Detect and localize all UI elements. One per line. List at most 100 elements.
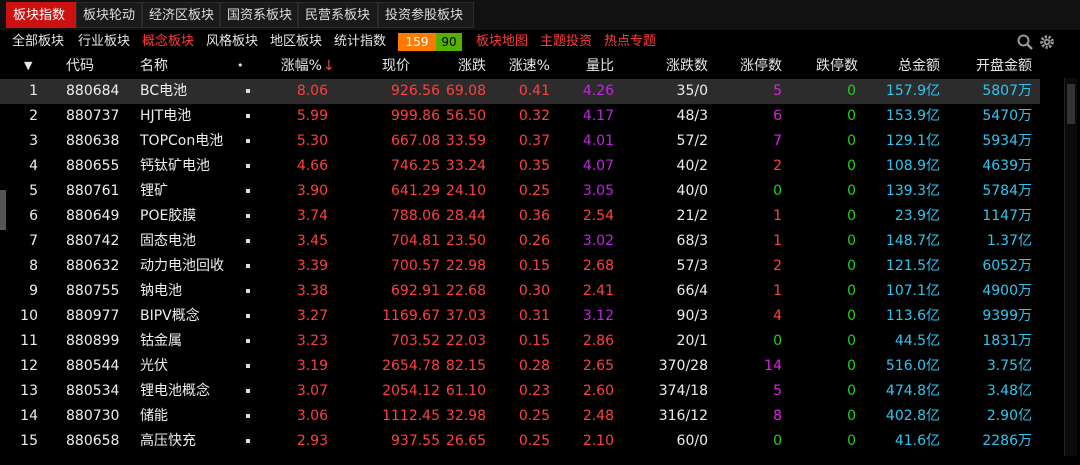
row-updown: 40/0 (676, 183, 708, 199)
row-total-amount: 113.6亿 (885, 308, 940, 324)
link-hot-topics[interactable]: 热点专题 (604, 32, 656, 52)
table-row[interactable]: 3 880638 TOPCon电池 5.30 667.08 33.59 0.37… (0, 129, 1040, 154)
tab-state-owned[interactable]: 国资系板块 (220, 2, 298, 28)
row-volume-ratio: 2.60 (582, 383, 614, 399)
table-row[interactable]: 14 880730 储能 3.06 1112.45 32.98 0.25 2.4… (0, 404, 1040, 429)
table-row[interactable]: 4 880655 钙钛矿电池 4.66 746.25 33.24 0.35 4.… (0, 154, 1040, 179)
col-pct[interactable]: 涨幅% (262, 56, 322, 76)
row-code: 880737 (66, 108, 120, 124)
table-row[interactable]: 9 880755 钠电池 3.38 692.91 22.68 0.30 2.41… (0, 279, 1040, 304)
table-row[interactable]: 11 880899 钴金属 3.23 703.52 22.03 0.15 2.8… (0, 329, 1040, 354)
table-row[interactable]: 15 880658 高压快充 2.93 937.55 26.65 0.25 2.… (0, 429, 1040, 454)
up-count-badge: 159 (398, 33, 436, 51)
table-row[interactable]: 13 880534 锂电池概念 3.07 2054.12 61.10 0.23 … (0, 379, 1040, 404)
col-limit-down[interactable]: 跌停数 (798, 56, 858, 76)
row-volume-ratio: 3.12 (582, 308, 614, 324)
table-row[interactable]: 1 880684 BC电池 8.06 926.56 69.08 0.41 4.2… (0, 79, 1040, 104)
sub-nav-bar: 全部板块 行业板块 概念板块 风格板块 地区板块 统计指数 159 90 板块地… (0, 30, 1080, 54)
col-code[interactable]: 代码 (66, 56, 94, 76)
row-limit-down: 0 (847, 183, 856, 199)
table-row[interactable]: 6 880649 POE胶膜 3.74 788.06 28.44 0.36 2.… (0, 204, 1040, 229)
row-pct: 3.74 (296, 208, 328, 224)
row-pct: 3.06 (296, 408, 328, 424)
row-total-amount: 23.9亿 (894, 208, 940, 224)
nav-industry[interactable]: 行业板块 (78, 32, 130, 52)
tab-private[interactable]: 民营系板块 (298, 2, 378, 28)
row-updown: 35/0 (676, 83, 708, 99)
tab-sector-rotation[interactable]: 板块轮动 (76, 2, 142, 28)
tab-economic-zone[interactable]: 经济区板块 (142, 2, 220, 28)
row-total-amount: 157.9亿 (885, 83, 940, 99)
row-name: 光伏 (140, 358, 168, 374)
row-dot-icon (246, 139, 250, 143)
row-code: 880761 (66, 183, 120, 199)
tab-sector-index[interactable]: 板块指数 (6, 2, 76, 28)
nav-statistics[interactable]: 统计指数 (334, 32, 386, 52)
nav-concept[interactable]: 概念板块 (142, 32, 194, 52)
scrollbar-thumb[interactable] (1067, 84, 1075, 124)
row-code: 880638 (66, 133, 120, 149)
table-row[interactable]: 7 880742 固态电池 3.45 704.81 23.50 0.26 3.0… (0, 229, 1040, 254)
row-limit-down: 0 (847, 133, 856, 149)
row-price: 999.86 (391, 108, 440, 124)
row-price: 1169.67 (382, 308, 440, 324)
row-price: 937.55 (391, 433, 440, 449)
col-limit-up[interactable]: 涨停数 (722, 56, 782, 76)
row-pct: 5.99 (296, 108, 328, 124)
row-index: 7 (29, 233, 38, 249)
row-name: 高压快充 (140, 433, 196, 449)
row-open-amount: 1.37亿 (986, 233, 1032, 249)
row-change: 22.98 (445, 258, 486, 274)
row-code: 880534 (66, 383, 120, 399)
row-pct: 3.39 (296, 258, 328, 274)
tab-investment[interactable]: 投资参股板块 (378, 2, 474, 28)
row-index: 5 (29, 183, 38, 199)
table-row[interactable]: 8 880632 动力电池回收 3.39 700.57 22.98 0.15 2… (0, 254, 1040, 279)
row-index: 2 (29, 108, 38, 124)
col-price[interactable]: 现价 (360, 56, 410, 76)
left-edge-handle[interactable] (0, 190, 6, 230)
row-total-amount: 516.0亿 (885, 358, 940, 374)
vertical-scrollbar[interactable] (1064, 78, 1077, 456)
row-change: 33.59 (445, 133, 486, 149)
search-icon[interactable] (1016, 33, 1034, 51)
row-pct: 3.07 (296, 383, 328, 399)
row-updown: 68/3 (676, 233, 708, 249)
col-updown[interactable]: 涨跌数 (648, 56, 708, 76)
row-limit-down: 0 (847, 383, 856, 399)
row-dot-icon (246, 239, 250, 243)
row-pct: 3.19 (296, 358, 328, 374)
nav-all-sectors[interactable]: 全部板块 (12, 32, 64, 52)
row-open-amount: 6052万 (982, 258, 1032, 274)
link-sector-map[interactable]: 板块地图 (476, 32, 528, 52)
col-volume-ratio[interactable]: 量比 (578, 56, 614, 76)
col-name[interactable]: 名称 (140, 56, 168, 76)
row-speed: 0.31 (518, 308, 550, 324)
row-price: 1112.45 (382, 408, 440, 424)
table-row[interactable]: 12 880544 光伏 3.19 2654.78 82.15 0.28 2.6… (0, 354, 1040, 379)
link-theme-invest[interactable]: 主题投资 (540, 32, 592, 52)
row-name: POE胶膜 (140, 208, 197, 224)
row-limit-down: 0 (847, 108, 856, 124)
col-total-amount[interactable]: 总金额 (880, 56, 940, 76)
row-name: 锂矿 (140, 183, 168, 199)
col-speed[interactable]: 涨速% (500, 56, 550, 76)
col-open-amount[interactable]: 开盘金额 (958, 56, 1032, 76)
row-name: 钙钛矿电池 (140, 158, 210, 174)
row-pct: 3.38 (296, 283, 328, 299)
row-price: 700.57 (391, 258, 440, 274)
row-open-amount: 2.90亿 (986, 408, 1032, 424)
row-volume-ratio: 4.01 (582, 133, 614, 149)
table-row[interactable]: 2 880737 HJT电池 5.99 999.86 56.50 0.32 4.… (0, 104, 1040, 129)
row-limit-up: 0 (773, 433, 782, 449)
row-volume-ratio: 2.48 (582, 408, 614, 424)
row-dot-icon (246, 264, 250, 268)
nav-style[interactable]: 风格板块 (206, 32, 258, 52)
row-dot-icon (246, 214, 250, 218)
table-row[interactable]: 10 880977 BIPV概念 3.27 1169.67 37.03 0.31… (0, 304, 1040, 329)
table-row[interactable]: 5 880761 锂矿 3.90 641.29 24.10 0.25 3.05 … (0, 179, 1040, 204)
nav-region[interactable]: 地区板块 (270, 32, 322, 52)
col-change[interactable]: 涨跌 (450, 56, 486, 76)
gear-icon[interactable] (1038, 33, 1056, 51)
sort-down-icon[interactable]: ▼ (24, 56, 32, 76)
